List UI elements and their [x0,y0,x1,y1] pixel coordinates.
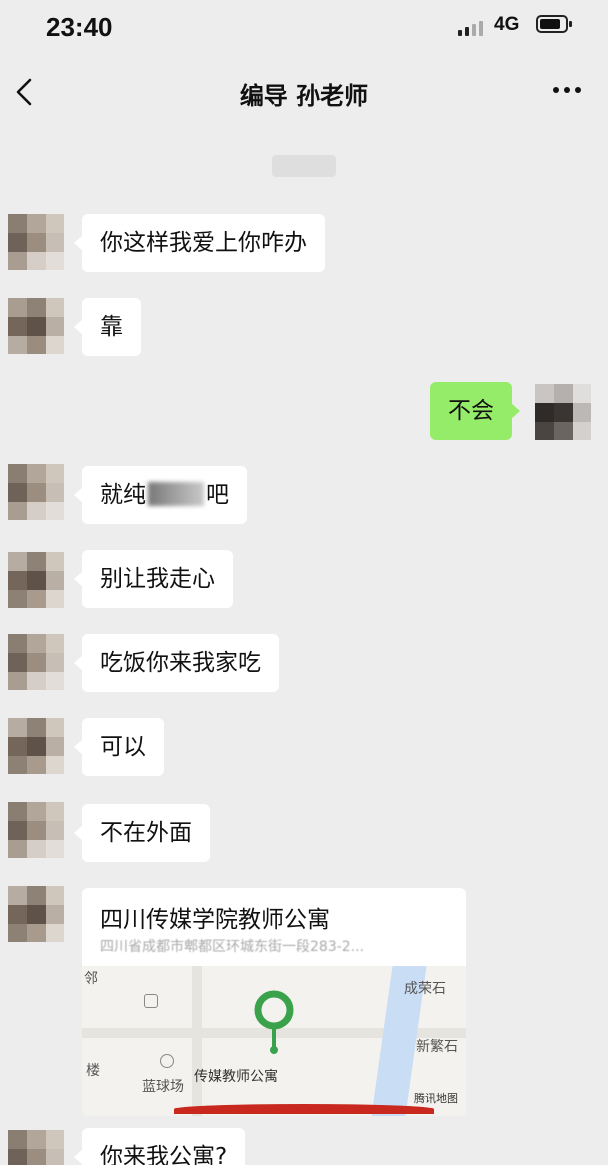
message-text: 靠 [100,314,123,340]
building-icon [144,994,158,1008]
map-label: 邻 [84,971,98,987]
status-bar: 23:40 4G [0,0,608,54]
avatar[interactable] [8,1130,64,1165]
chat-title: 编导 孙老师 [239,82,369,110]
map-label: 成荣石 [404,981,446,997]
status-time: 23:40 [46,12,113,42]
message-text: 别让我走心 [100,566,215,592]
chat-screen: 23:40 4G 编导 孙老师 你这样我爱上你咋办 靠 不会 就纯 吧 别让我走… [0,0,608,1165]
avatar[interactable] [8,552,64,608]
map-credit: 腾讯地图 [414,1092,458,1105]
avatar[interactable] [8,718,64,774]
chat-header: 编导 孙老师 [0,56,608,128]
message-text: 吃饭你来我家吃 [100,650,261,676]
location-address: 四川省成都市郫都区环城东街一段283-2... [100,939,365,955]
message-text: 不在外面 [100,820,192,846]
map-label: 新繁石 [416,1039,458,1055]
sports-icon [160,1054,174,1068]
message-text-start: 就纯 [100,482,146,508]
censored-word [148,482,204,506]
message-bubble[interactable]: 靠 [74,298,141,356]
message-bubble[interactable]: 你这样我爱上你咋办 [74,214,325,272]
message-bubble[interactable]: 可以 [74,718,164,776]
message-bubble-self[interactable]: 不会 [430,382,520,440]
more-dots-icon [553,87,581,93]
message-bubble[interactable]: 吃饭你来我家吃 [74,634,279,692]
highlight-underline [174,1104,434,1114]
avatar[interactable] [8,298,64,354]
network-type: 4G [494,14,520,35]
map-road [192,966,202,1116]
message-bubble[interactable]: 就纯 吧 [74,466,247,524]
map-pin-label: 传媒教师公寓 [194,1069,278,1085]
avatar[interactable] [8,464,64,520]
message-text: 可以 [100,734,146,760]
location-title: 四川传媒学院教师公寓 [100,907,330,933]
blurred-timestamp [272,155,336,177]
message-text: 不会 [448,398,494,424]
message-bubble[interactable]: 不在外面 [74,804,210,862]
message-text: 你来我公寓? [100,1144,228,1165]
map-label: 蓝球场 [142,1079,184,1095]
map-label: 楼 [86,1063,100,1079]
battery-icon [536,15,572,33]
avatar[interactable] [8,886,64,942]
avatar[interactable] [8,634,64,690]
location-card[interactable]: 四川传媒学院教师公寓 四川省成都市郫都区环城东街一段283-2... 邻 楼 蓝… [82,888,466,1116]
signal-icon [458,18,486,36]
avatar[interactable] [8,802,64,858]
map-pin-icon [254,990,294,1056]
avatar-self[interactable] [535,384,591,440]
message-text: 你这样我爱上你咋办 [100,230,307,256]
message-bubble[interactable]: 别让我走心 [74,550,233,608]
message-bubble[interactable]: 你来我公寓? [73,1128,246,1165]
location-map[interactable]: 邻 楼 蓝球场 成荣石 新繁石 传媒教师公寓 腾讯地图 [82,966,466,1116]
message-text-end: 吧 [206,482,229,508]
avatar[interactable] [8,214,64,270]
more-options-button[interactable] [550,78,586,102]
